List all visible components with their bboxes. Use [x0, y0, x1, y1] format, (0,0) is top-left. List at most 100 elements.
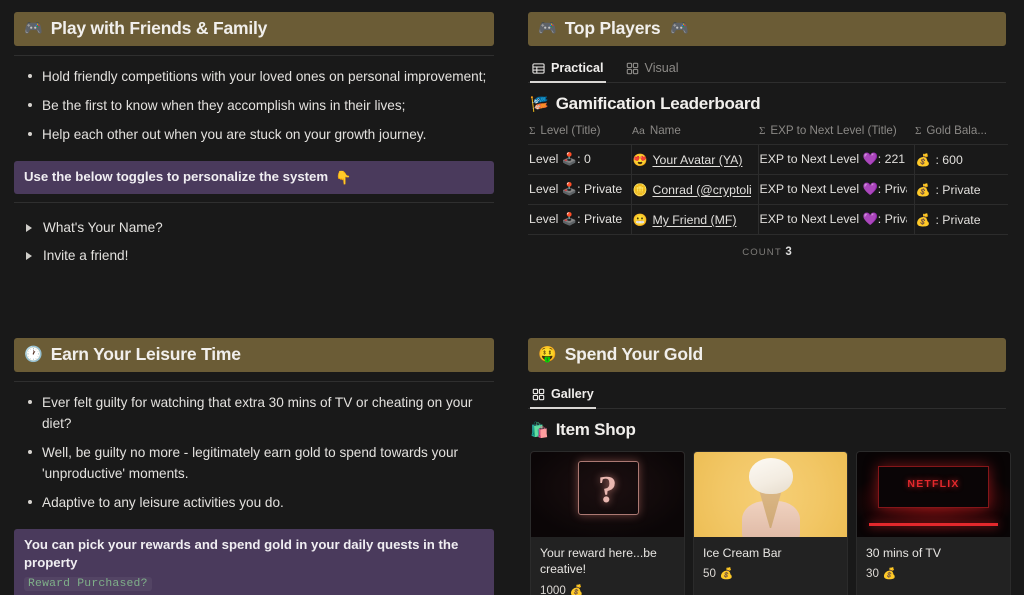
top-players-banner-title: Top Players — [564, 18, 661, 38]
personalize-callout: Use the below toggles to personalize the… — [14, 161, 494, 194]
money-bag-icon: 💰 — [915, 182, 931, 197]
card-thumbnail-netflix: NETFLIX — [857, 452, 1010, 537]
cell-name[interactable]: 🪙 Conrad (@cryptolin — [631, 174, 759, 205]
cell-name[interactable]: 😍 Your Avatar (YA) — [631, 144, 759, 175]
list-item: Ever felt guilty for watching that extra… — [16, 392, 494, 434]
count-label: COUNT — [742, 247, 782, 258]
clock-icon: 🕐 — [24, 346, 43, 363]
card-price: 30 💰 — [866, 567, 897, 581]
toggle-label: Invite a friend! — [43, 248, 129, 263]
chevron-right-icon[interactable] — [26, 223, 32, 232]
play-banner-title: Play with Friends & Family — [50, 18, 268, 38]
cell-gold: 💰: 600 — [914, 144, 1008, 175]
toggle-list: What's Your Name? Invite a friend! — [14, 217, 494, 266]
play-banner: 🎮 Play with Friends & Family — [14, 12, 494, 46]
list-item: Help each other out when you are stuck o… — [16, 124, 494, 145]
tab-label: Gallery — [551, 387, 594, 401]
table-row[interactable]: Level 🕹️: 0 😍 Your Avatar (YA) EXP to Nex… — [528, 144, 1008, 175]
list-item: Hold friendly competitions with your lov… — [16, 66, 494, 87]
gallery-icon — [532, 388, 545, 401]
column-header-level[interactable]: Σ Level (Title) — [528, 121, 631, 145]
gallery-card-30-mins-of-tv[interactable]: NETFLIX 30 mins of TV 30 💰 — [856, 451, 1011, 595]
list-item: Adaptive to any leisure activities you d… — [16, 492, 494, 513]
panel-spend-your-gold: 🤑 Spend Your Gold Gallery 🛍️ Item Shop ?… — [512, 326, 1024, 595]
tab-label: Visual — [644, 61, 679, 75]
cell-gold: 💰: Private — [914, 204, 1008, 235]
leisure-bullet-list: Ever felt guilty for watching that extra… — [16, 392, 494, 513]
gallery-card-ice-cream-bar[interactable]: Ice Cream Bar 50 💰 — [693, 451, 848, 595]
tab-practical[interactable]: Practical — [530, 57, 606, 83]
text-type-icon: Aa — [632, 124, 645, 137]
money-bag-icon: 💰 — [719, 568, 734, 581]
item-shop-title: 🛍️ Item Shop — [530, 420, 1006, 440]
tab-gallery[interactable]: Gallery — [530, 383, 596, 409]
column-label: Gold Bala... — [926, 124, 987, 137]
leaderboard-table: Σ Level (Title) Aa Name Σ EXP to Next Le… — [528, 121, 1008, 235]
table-header-row: Σ Level (Title) Aa Name Σ EXP to Next Le… — [528, 121, 1008, 145]
card-thumbnail-mystery — [531, 452, 684, 537]
card-title: Your reward here...be creative! — [540, 546, 657, 577]
sigma-icon: Σ — [529, 124, 536, 137]
leisure-banner-title: Earn Your Leisure Time — [50, 344, 241, 364]
table-icon — [532, 62, 545, 75]
list-item: Well, be guilty no more - legitimately e… — [16, 442, 494, 484]
leisure-banner: 🕐 Earn Your Leisure Time — [14, 338, 494, 372]
cell-name[interactable]: 😬 My Friend (MF) — [631, 204, 759, 235]
leaderboard-view-tabs: Practical Visual — [528, 57, 1006, 83]
card-title: Ice Cream Bar — [703, 546, 782, 560]
game-controller-icon: 🎮 — [24, 20, 43, 37]
game-controller-icon: 🎮 — [538, 20, 557, 37]
toggle-invite-a-friend[interactable]: Invite a friend! — [14, 245, 494, 266]
gallery-card-mystery-reward[interactable]: Your reward here...be creative! 1000 💰 — [530, 451, 685, 595]
cell-gold: 💰: Private — [914, 174, 1008, 205]
spend-gold-banner: 🤑 Spend Your Gold — [528, 338, 1006, 372]
row-count-footer: COUNT 3 — [528, 235, 1006, 258]
panel-top-players: 🎮 Top Players 🎮 Practical Visual 🎏 Gamif… — [512, 0, 1024, 326]
cell-exp: EXP to Next Level 💜: Private — [758, 204, 915, 235]
column-label: Name — [649, 124, 681, 137]
table-row[interactable]: Level 🕹️: Private 🪙 Conrad (@cryptolin EX… — [528, 174, 1008, 205]
money-mouth-face-icon: 🤑 — [538, 346, 557, 363]
panel-play-with-friends: 🎮 Play with Friends & Family Hold friend… — [0, 0, 512, 326]
rewards-callout-text: You can pick your rewards and spend gold… — [24, 537, 459, 571]
card-price: 50 💰 — [703, 567, 734, 581]
avatar: 😍 — [632, 152, 648, 167]
game-controller-icon-trailing: 🎮 — [670, 20, 690, 37]
column-label: EXP to Next Level (Title) — [770, 124, 897, 137]
avatar: 🪙 — [632, 182, 648, 197]
column-header-name[interactable]: Aa Name — [631, 121, 758, 145]
column-label: Level (Title) — [540, 124, 601, 137]
avatar: 😬 — [632, 212, 648, 227]
money-bag-icon: 💰 — [569, 584, 584, 595]
leaderboard-title: 🎏 Gamification Leaderboard — [530, 94, 1006, 114]
tab-visual[interactable]: Visual — [624, 57, 681, 82]
rewards-callout: You can pick your rewards and spend gold… — [14, 529, 494, 595]
money-bag-icon: 💰 — [915, 212, 931, 227]
toggle-whats-your-name[interactable]: What's Your Name? — [14, 217, 494, 238]
item-shop-gallery: Your reward here...be creative! 1000 💰 I… — [528, 451, 1011, 595]
leaderboard-title-text: Gamification Leaderboard — [555, 94, 761, 113]
count-value: 3 — [785, 246, 792, 258]
chevron-right-icon[interactable] — [26, 251, 32, 260]
toggle-label: What's Your Name? — [43, 220, 163, 235]
divider — [14, 381, 494, 382]
card-thumbnail-ice-cream — [694, 452, 847, 537]
table-row[interactable]: Level 🕹️: Private 😬 My Friend (MF) EXP to… — [528, 204, 1008, 235]
carp-streamer-icon: 🎏 — [530, 95, 549, 113]
tab-label: Practical — [551, 61, 604, 75]
notion-page: 🎮 Play with Friends & Family Hold friend… — [0, 0, 1024, 595]
reward-purchased-code: Reward Purchased? — [24, 576, 152, 591]
cell-exp: EXP to Next Level 💜: Private — [758, 174, 915, 205]
cell-exp: EXP to Next Level 💜: 221 — [758, 144, 915, 175]
personalize-callout-text: Use the below toggles to personalize the… — [24, 169, 329, 185]
panel-earn-leisure-time: 🕐 Earn Your Leisure Time Ever felt guilt… — [0, 326, 512, 595]
item-shop-title-text: Item Shop — [555, 420, 636, 439]
column-header-exp[interactable]: Σ EXP to Next Level (Title) — [758, 121, 914, 145]
column-header-gold[interactable]: Σ Gold Bala... — [914, 121, 1008, 145]
play-bullet-list: Hold friendly competitions with your lov… — [16, 66, 494, 145]
gallery-icon — [626, 62, 639, 75]
top-players-banner: 🎮 Top Players 🎮 — [528, 12, 1006, 46]
cell-level: Level 🕹️: Private — [528, 204, 632, 235]
spend-gold-banner-title: Spend Your Gold — [564, 344, 704, 364]
sigma-icon: Σ — [915, 124, 922, 137]
